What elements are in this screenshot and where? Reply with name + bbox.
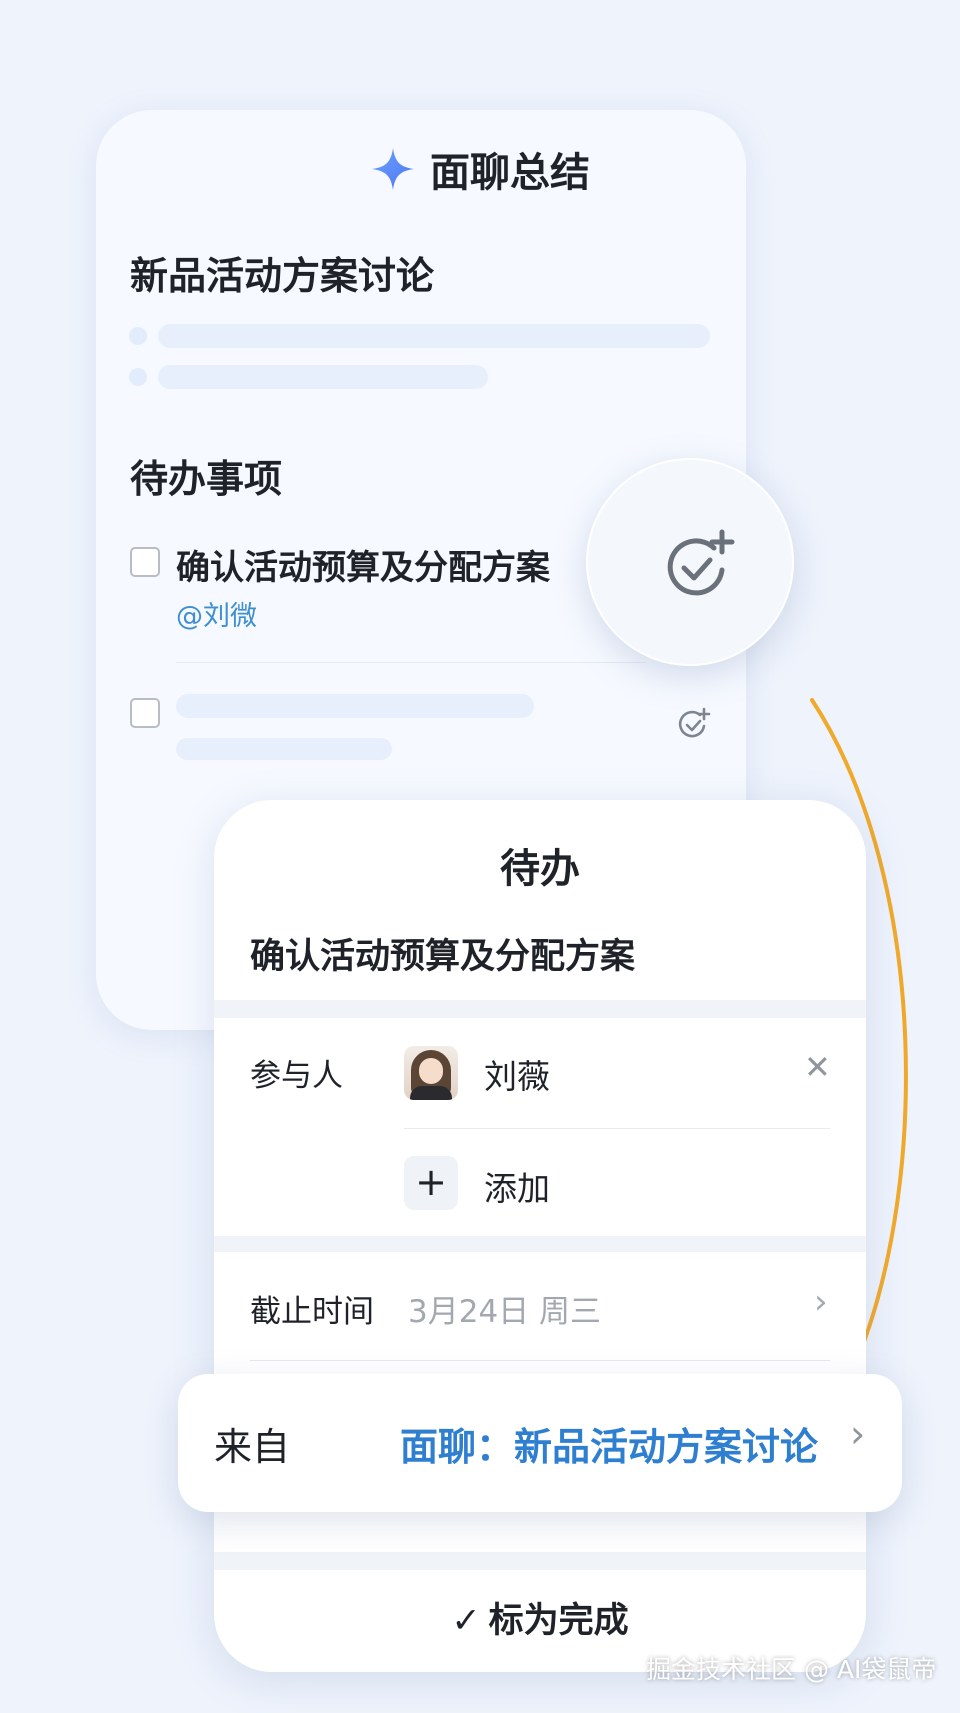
source-label: 来自 bbox=[214, 1425, 291, 1469]
participants-section: 参与人 刘薇 ✕ + 添加 bbox=[214, 1018, 866, 1236]
todo-mention[interactable]: @刘微 bbox=[176, 594, 257, 633]
participant-name: 刘薇 bbox=[484, 1057, 550, 1096]
check-circle-plus-icon[interactable] bbox=[662, 528, 740, 606]
skeleton-line bbox=[176, 694, 534, 718]
todo-detail-card: 待办 确认活动预算及分配方案 参与人 刘薇 ✕ + 添加 截止时间 3月24日 … bbox=[214, 800, 866, 1672]
detail-item-title[interactable]: 确认活动预算及分配方案 bbox=[250, 928, 635, 979]
close-icon[interactable]: ✕ bbox=[804, 1048, 831, 1086]
skeleton-bullet bbox=[129, 327, 147, 345]
avatar bbox=[404, 1046, 458, 1100]
due-value[interactable]: 3月24日 周三 bbox=[408, 1286, 601, 1331]
detail-title: 待办 bbox=[500, 846, 580, 892]
meeting-title: 新品活动方案讨论 bbox=[130, 254, 435, 298]
skeleton-line bbox=[176, 738, 392, 760]
summary-header: 面聊总结 bbox=[0, 140, 960, 202]
todo-checkbox[interactable] bbox=[130, 547, 160, 577]
add-todo-icon[interactable] bbox=[676, 706, 712, 746]
add-participant-button[interactable]: 添加 bbox=[484, 1162, 550, 1210]
todo-heading: 待办事项 bbox=[130, 457, 283, 501]
participants-divider bbox=[404, 1128, 830, 1129]
todo-checkbox[interactable] bbox=[130, 698, 160, 728]
mark-done-label[interactable]: ✓ 标为完成 bbox=[214, 1592, 866, 1643]
todo-item-text: 确认活动预算及分配方案 bbox=[176, 548, 550, 588]
sparkle-icon bbox=[370, 146, 416, 202]
watermark: 掘金技术社区 @ AI袋鼠帝 bbox=[646, 1655, 937, 1684]
due-divider bbox=[250, 1360, 830, 1361]
chevron-right-icon[interactable]: › bbox=[850, 1412, 865, 1456]
plus-icon[interactable]: + bbox=[404, 1156, 458, 1210]
summary-title: 面聊总结 bbox=[430, 150, 590, 196]
due-label: 截止时间 bbox=[250, 1294, 374, 1330]
source-link[interactable]: 面聊：新品活动方案讨论 bbox=[400, 1416, 818, 1471]
checkmark-icon: ✓ bbox=[451, 1601, 481, 1641]
source-card[interactable]: 来自 面聊：新品活动方案讨论 › bbox=[178, 1374, 902, 1512]
skeleton-bullet bbox=[129, 368, 147, 386]
magnifier-lens bbox=[586, 458, 794, 666]
skeleton-line bbox=[158, 324, 710, 348]
todo-divider bbox=[176, 662, 646, 663]
chevron-right-icon[interactable]: › bbox=[814, 1282, 828, 1322]
detail-header: 待办 确认活动预算及分配方案 bbox=[214, 800, 866, 1000]
skeleton-line bbox=[158, 365, 488, 389]
participants-label: 参与人 bbox=[250, 1058, 343, 1094]
